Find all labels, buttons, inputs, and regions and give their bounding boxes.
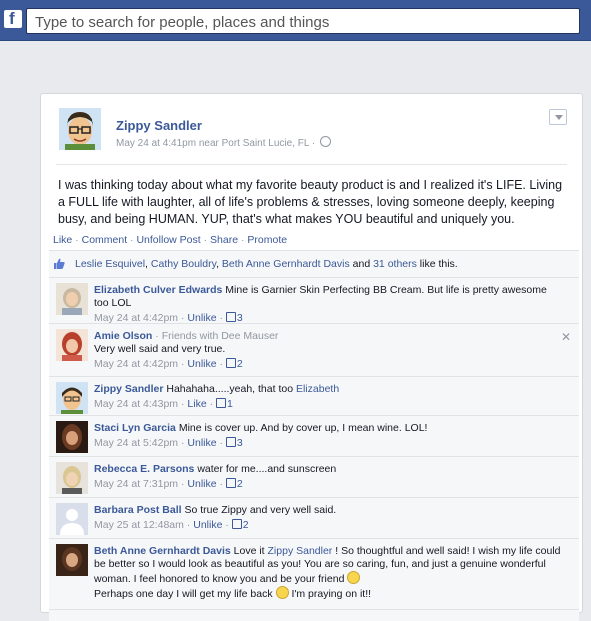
unlike-link[interactable]: Unlike bbox=[187, 312, 216, 324]
commenter-name[interactable]: Barbara Post Ball bbox=[94, 504, 182, 516]
commenter-name[interactable]: Zippy Sandler bbox=[94, 383, 163, 395]
unlike-link[interactable]: Unlike bbox=[187, 437, 216, 449]
like-count[interactable]: 3 bbox=[237, 312, 243, 324]
author-avatar[interactable] bbox=[59, 108, 101, 150]
comment-time[interactable]: May 24 at 5:42pm bbox=[94, 437, 178, 449]
post-meta: May 24 at 4:41pm near Port Saint Lucie, … bbox=[116, 136, 332, 149]
commenter-avatar[interactable] bbox=[56, 462, 88, 494]
comment: Amie Olson · Friends with Dee Mauser Ver… bbox=[49, 324, 579, 377]
like-count[interactable]: 3 bbox=[237, 437, 243, 449]
comment: Barbara Post Ball So true Zippy and very… bbox=[49, 498, 579, 539]
thumbs-up-icon bbox=[231, 519, 242, 529]
comment-text-end: I'm praying on it!! bbox=[291, 588, 372, 600]
like-count[interactable]: 1 bbox=[227, 398, 233, 410]
comment-time[interactable]: May 24 at 4:42pm bbox=[94, 312, 178, 324]
comment-time[interactable]: May 24 at 4:43pm bbox=[94, 398, 178, 410]
liker-link[interactable]: Beth Anne Gernhardt Davis bbox=[222, 258, 350, 270]
comment-link[interactable]: Comment bbox=[82, 234, 128, 246]
comment-text: Very well said and very true. bbox=[94, 343, 226, 355]
smiley-emoticon-icon bbox=[347, 571, 361, 584]
commenter-name[interactable]: Beth Anne Gernhardt Davis bbox=[94, 545, 231, 557]
post-card: Zippy Sandler May 24 at 4:41pm near Port… bbox=[40, 93, 583, 621]
commenter-name[interactable]: Elizabeth Culver Edwards bbox=[94, 284, 222, 296]
post-timestamp-location[interactable]: May 24 at 4:41pm near Port Saint Lucie, … bbox=[116, 138, 315, 149]
thumbs-up-icon bbox=[225, 437, 236, 447]
thumbs-up-icon bbox=[225, 478, 236, 488]
comment-text: Hahahaha.....yeah, that too bbox=[166, 383, 294, 395]
post-options-chevron-icon[interactable] bbox=[549, 109, 567, 125]
unfollow-link[interactable]: Unfollow Post bbox=[136, 234, 200, 246]
like-count[interactable]: 2 bbox=[243, 519, 249, 531]
likes-suffix: like this. bbox=[419, 258, 458, 270]
comment-time[interactable]: May 25 at 12:48am bbox=[94, 519, 184, 531]
comment: Elizabeth Culver Edwards Mine is Garnier… bbox=[49, 278, 579, 324]
liker-link[interactable]: Leslie Esquivel bbox=[75, 258, 145, 270]
post-actions: Like · Comment · Unfollow Post · Share ·… bbox=[53, 234, 288, 246]
header-divider bbox=[56, 164, 567, 165]
feedback-section: Leslie Esquivel, Cathy Bouldry, Beth Ann… bbox=[49, 250, 579, 621]
thumbs-up-icon bbox=[54, 258, 65, 269]
like-count[interactable]: 2 bbox=[237, 478, 243, 490]
share-link[interactable]: Share bbox=[210, 234, 238, 246]
promote-link[interactable]: Promote bbox=[247, 234, 287, 246]
like-link[interactable]: Like bbox=[53, 234, 72, 246]
commenter-name[interactable]: Amie Olson bbox=[94, 330, 152, 342]
globe-icon bbox=[320, 136, 332, 147]
comment-time[interactable]: May 24 at 7:31pm bbox=[94, 478, 178, 490]
facebook-logo-icon[interactable]: f bbox=[4, 9, 22, 28]
commenter-avatar[interactable] bbox=[56, 329, 88, 361]
tagged-name-link[interactable]: Elizabeth bbox=[296, 383, 339, 395]
commenter-avatar[interactable] bbox=[56, 382, 88, 414]
thumbs-up-icon bbox=[216, 398, 226, 408]
search-box[interactable] bbox=[26, 8, 580, 34]
unlike-link[interactable]: Unlike bbox=[187, 358, 216, 370]
friends-with-note: Friends with Dee Mauser bbox=[161, 330, 279, 342]
commenter-name[interactable]: Staci Lyn Garcia bbox=[94, 422, 176, 434]
post-author[interactable]: Zippy Sandler bbox=[116, 118, 202, 133]
commenter-avatar-default[interactable] bbox=[56, 503, 88, 535]
thumbs-up-icon bbox=[225, 358, 236, 368]
comment-pre: Love it bbox=[233, 545, 265, 557]
smiley-emoticon-icon bbox=[275, 586, 289, 599]
unlike-link[interactable]: Unlike bbox=[193, 519, 222, 531]
top-bar: f bbox=[0, 0, 591, 41]
like-link[interactable]: Like bbox=[187, 398, 206, 410]
close-icon[interactable]: ✕ bbox=[561, 330, 571, 344]
comment: Staci Lyn Garcia Mine is cover up. And b… bbox=[49, 416, 579, 457]
comment-text: So true Zippy and very well said. bbox=[184, 504, 337, 516]
like-count[interactable]: 2 bbox=[237, 358, 243, 370]
post-text: I was thinking today about what my favor… bbox=[58, 178, 563, 226]
likes-others-link[interactable]: 31 others bbox=[373, 258, 417, 270]
unlike-link[interactable]: Unlike bbox=[187, 478, 216, 490]
likes-summary: Leslie Esquivel, Cathy Bouldry, Beth Ann… bbox=[49, 251, 579, 278]
commenter-avatar[interactable] bbox=[56, 283, 88, 315]
commenter-avatar[interactable] bbox=[56, 421, 88, 453]
comment-text-continued: Perhaps one day I will get my life back bbox=[94, 588, 273, 600]
comment: Zippy Sandler Hahahaha.....yeah, that to… bbox=[49, 377, 579, 416]
commenter-name[interactable]: Rebecca E. Parsons bbox=[94, 463, 194, 475]
thumbs-up-icon bbox=[225, 312, 236, 322]
tagged-name-link[interactable]: Zippy Sandler bbox=[268, 545, 333, 557]
comment-text: Mine is cover up. And by cover up, I mea… bbox=[178, 422, 428, 434]
comment-time[interactable]: May 24 at 4:42pm bbox=[94, 358, 178, 370]
commenter-avatar[interactable] bbox=[56, 544, 88, 576]
search-input[interactable] bbox=[33, 10, 577, 34]
liker-link[interactable]: Cathy Bouldry bbox=[151, 258, 216, 270]
comment: Beth Anne Gernhardt Davis Love it Zippy … bbox=[49, 539, 579, 610]
comment-text: water for me....and sunscreen bbox=[197, 463, 337, 475]
comment: Rebecca E. Parsons water for me....and s… bbox=[49, 457, 579, 498]
